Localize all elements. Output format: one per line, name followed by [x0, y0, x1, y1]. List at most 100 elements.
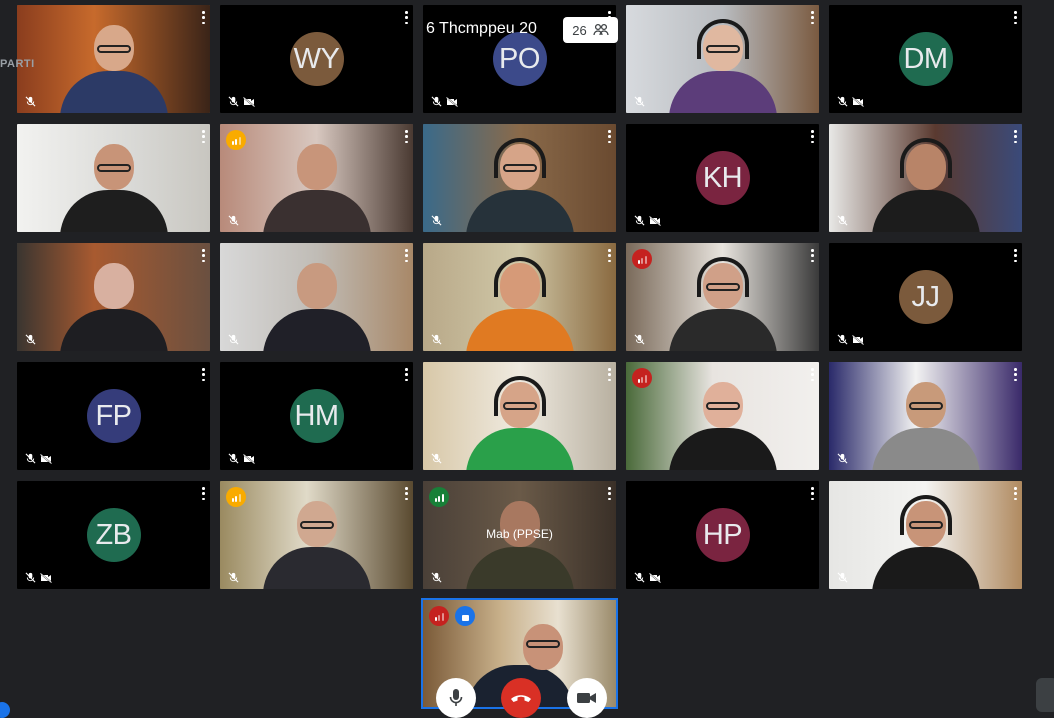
mic-off-icon: [431, 453, 442, 464]
mic-off-icon: [634, 215, 645, 226]
more-options-icon[interactable]: [1014, 249, 1017, 262]
more-options-icon[interactable]: [202, 11, 205, 24]
video-feed: [626, 362, 819, 470]
participant-tile[interactable]: KH: [626, 124, 819, 232]
avatar: KH: [695, 151, 750, 205]
mic-off-icon: [228, 572, 239, 583]
camera-off-icon: [852, 334, 864, 345]
more-options-icon[interactable]: [1014, 368, 1017, 381]
participant-tile[interactable]: Mab (PPSE): [423, 481, 616, 589]
microphone-button[interactable]: [436, 678, 476, 718]
mic-off-icon: [431, 334, 442, 345]
participant-tile[interactable]: [829, 362, 1022, 470]
participant-tile[interactable]: [829, 124, 1022, 232]
participant-tile[interactable]: [220, 481, 413, 589]
end-call-button[interactable]: [501, 678, 541, 718]
camera-off-icon: [243, 96, 255, 107]
more-options-icon[interactable]: [405, 249, 408, 262]
video-feed: [17, 243, 210, 351]
more-options-icon[interactable]: [405, 487, 408, 500]
video-feed: [423, 243, 616, 351]
participant-tile[interactable]: [626, 5, 819, 113]
mic-off-icon: [25, 96, 36, 107]
more-options-icon[interactable]: [608, 368, 611, 381]
avatar: JJ: [898, 270, 953, 324]
avatar: DM: [898, 32, 953, 86]
mic-off-icon: [25, 453, 36, 464]
more-options-icon[interactable]: [811, 11, 814, 24]
participant-tile[interactable]: WY: [220, 5, 413, 113]
mic-off-icon: [228, 215, 239, 226]
participant-tile[interactable]: HM: [220, 362, 413, 470]
mic-off-icon: [837, 334, 848, 345]
participant-tile[interactable]: [829, 481, 1022, 589]
participant-tile[interactable]: [626, 362, 819, 470]
more-options-icon[interactable]: [202, 130, 205, 143]
signal-weak-icon: [226, 487, 246, 507]
camera-off-icon: [446, 96, 458, 107]
more-options-icon[interactable]: [202, 487, 205, 500]
video-feed: [220, 124, 413, 232]
camera-off-icon: [649, 572, 661, 583]
participant-tile[interactable]: [423, 362, 616, 470]
video-feed: [626, 243, 819, 351]
more-options-icon[interactable]: [1014, 487, 1017, 500]
participant-tile[interactable]: [220, 243, 413, 351]
microphone-icon: [449, 689, 463, 706]
mic-off-icon: [228, 334, 239, 345]
participant-count-button[interactable]: 26: [563, 17, 618, 43]
video-feed: [829, 362, 1022, 470]
more-options-icon[interactable]: [811, 487, 814, 500]
participant-tile[interactable]: [17, 243, 210, 351]
camera-icon: [577, 693, 596, 703]
side-panel-button[interactable]: [1036, 678, 1054, 712]
video-feed: [423, 124, 616, 232]
avatar: ZB: [86, 508, 141, 562]
avatar: FP: [86, 389, 141, 443]
participant-tile[interactable]: [220, 124, 413, 232]
participant-tile[interactable]: JJ: [829, 243, 1022, 351]
mic-off-icon: [25, 334, 36, 345]
camera-off-icon: [243, 453, 255, 464]
participant-tile[interactable]: [17, 124, 210, 232]
camera-off-icon: [40, 572, 52, 583]
participant-tile[interactable]: ZB: [17, 481, 210, 589]
more-options-icon[interactable]: [202, 368, 205, 381]
more-options-icon[interactable]: [1014, 11, 1017, 24]
participant-tile[interactable]: HP: [626, 481, 819, 589]
camera-off-icon: [852, 96, 864, 107]
signal-poor-icon: [429, 606, 449, 626]
participant-count: 26: [572, 22, 587, 38]
participant-tile[interactable]: [626, 243, 819, 351]
mic-off-icon: [228, 453, 239, 464]
more-options-icon[interactable]: [202, 249, 205, 262]
participant-name: Mab (PPSE): [486, 527, 553, 541]
camera-button[interactable]: [567, 678, 607, 718]
participant-tile[interactable]: FP: [17, 362, 210, 470]
avatar: WY: [289, 32, 344, 86]
video-feed: [626, 5, 819, 113]
more-options-icon[interactable]: [1014, 130, 1017, 143]
participant-tile[interactable]: [423, 124, 616, 232]
avatar: PO: [492, 32, 547, 86]
more-options-icon[interactable]: [608, 130, 611, 143]
participant-tile[interactable]: [423, 243, 616, 351]
mic-off-icon: [634, 96, 645, 107]
video-feed: [220, 243, 413, 351]
participant-tile[interactable]: DM: [829, 5, 1022, 113]
more-options-icon[interactable]: [811, 130, 814, 143]
signal-poor-icon: [632, 368, 652, 388]
mic-off-icon: [837, 96, 848, 107]
participant-tile[interactable]: [17, 5, 210, 113]
more-options-icon[interactable]: [608, 249, 611, 262]
more-options-icon[interactable]: [811, 249, 814, 262]
more-options-icon[interactable]: [405, 11, 408, 24]
mic-off-icon: [228, 96, 239, 107]
more-options-icon[interactable]: [405, 368, 408, 381]
more-options-icon[interactable]: [608, 487, 611, 500]
camera-off-icon: [40, 453, 52, 464]
more-options-icon[interactable]: [811, 368, 814, 381]
presenting-icon: [455, 606, 475, 626]
mic-off-icon: [837, 215, 848, 226]
more-options-icon[interactable]: [405, 130, 408, 143]
